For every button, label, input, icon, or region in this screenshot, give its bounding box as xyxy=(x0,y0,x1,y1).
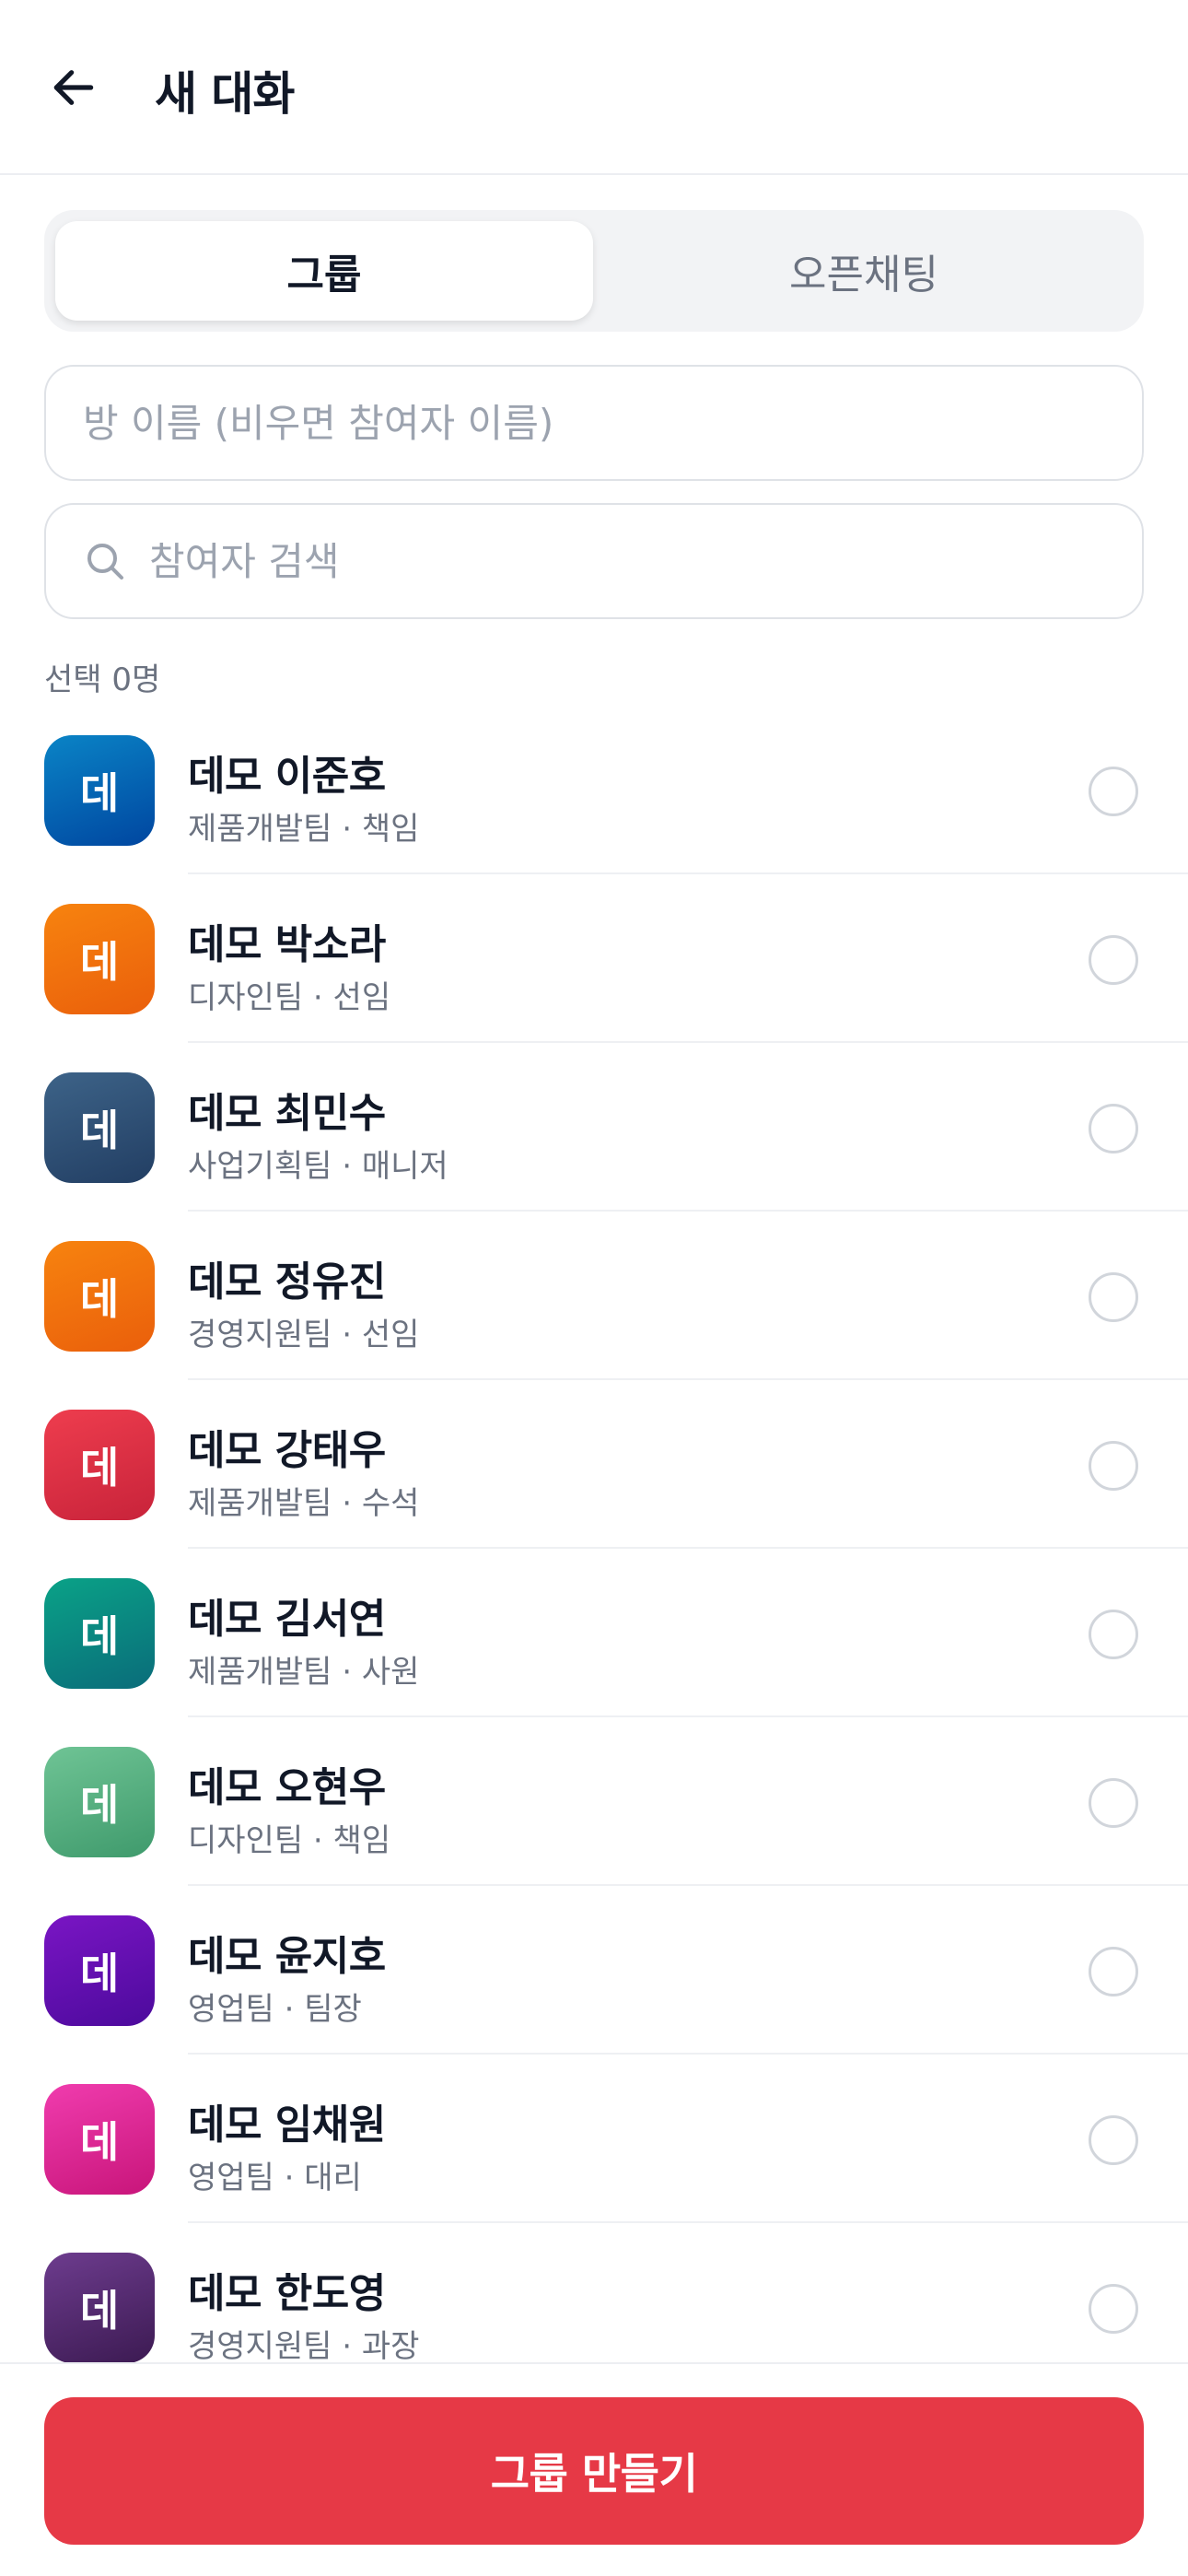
room-name-field xyxy=(44,365,1144,481)
select-radio[interactable] xyxy=(1089,767,1138,816)
avatar: 데 xyxy=(44,1915,155,2026)
chat-type-tabs: 그룹 오픈채팅 xyxy=(44,210,1144,332)
participant-name: 데모 김서연 xyxy=(188,1596,386,1643)
participant-row[interactable]: 데 데모 박소라 디자인팀 · 선임 xyxy=(0,874,1188,1043)
participant-name: 데모 강태우 xyxy=(188,1427,386,1474)
participant-list: 데 데모 이준호 제품개발팀 · 책임 데 데모 박소라 디자인팀 · 선임 데… xyxy=(0,706,1188,2392)
search-icon xyxy=(87,544,123,580)
select-radio[interactable] xyxy=(1089,1104,1138,1153)
create-group-button[interactable]: 그룹 만들기 xyxy=(44,2397,1144,2545)
tab-group[interactable]: 그룹 xyxy=(55,221,593,321)
tab-open-chat[interactable]: 오픈채팅 xyxy=(595,221,1133,321)
participant-dept: 디자인팀 · 책임 xyxy=(188,1822,391,1859)
page-title: 새 대화 xyxy=(155,67,295,121)
participant-name: 데모 윤지호 xyxy=(188,1933,386,1980)
bottom-action-bar: 그룹 만들기 xyxy=(0,2362,1188,2576)
participant-name: 데모 이준호 xyxy=(188,753,386,800)
participant-row[interactable]: 데 데모 윤지호 영업팀 · 팀장 xyxy=(0,1886,1188,2055)
participant-dept: 제품개발팀 · 사원 xyxy=(188,1654,420,1691)
participant-search-input[interactable] xyxy=(127,538,1142,584)
selected-count: 선택 0명 xyxy=(44,662,161,698)
participant-dept: 경영지원팀 · 선임 xyxy=(188,1317,420,1353)
header: 새 대화 xyxy=(0,0,1188,175)
select-radio[interactable] xyxy=(1089,1610,1138,1659)
participant-dept: 영업팀 · 대리 xyxy=(188,2160,362,2196)
participant-row[interactable]: 데 데모 강태우 제품개발팀 · 수석 xyxy=(0,1380,1188,1549)
select-radio[interactable] xyxy=(1089,2284,1138,2334)
avatar: 데 xyxy=(44,1578,155,1689)
select-radio[interactable] xyxy=(1089,1441,1138,1491)
avatar: 데 xyxy=(44,2084,155,2195)
select-radio[interactable] xyxy=(1089,1947,1138,1996)
participant-name: 데모 임채원 xyxy=(188,2102,386,2149)
new-chat-screen: 새 대화 그룹 오픈채팅 선택 0명 데 데모 이준호 제품개발팀 · 책임 데… xyxy=(0,0,1188,2576)
avatar: 데 xyxy=(44,735,155,846)
participant-search-field xyxy=(44,503,1144,619)
avatar: 데 xyxy=(44,1241,155,1352)
participant-dept: 제품개발팀 · 수석 xyxy=(188,1485,420,1522)
select-radio[interactable] xyxy=(1089,1778,1138,1828)
participant-dept: 경영지원팀 · 과장 xyxy=(188,2328,420,2365)
participant-dept: 영업팀 · 팀장 xyxy=(188,1991,362,2028)
participant-name: 데모 한도영 xyxy=(188,2270,386,2317)
back-button[interactable] xyxy=(37,51,111,124)
avatar: 데 xyxy=(44,1410,155,1520)
participant-row[interactable]: 데 데모 최민수 사업기획팀 · 매니저 xyxy=(0,1043,1188,1212)
participant-row[interactable]: 데 데모 정유진 경영지원팀 · 선임 xyxy=(0,1212,1188,1380)
participant-row[interactable]: 데 데모 오현우 디자인팀 · 책임 xyxy=(0,1717,1188,1886)
select-radio[interactable] xyxy=(1089,1272,1138,1322)
participant-name: 데모 오현우 xyxy=(188,1764,386,1811)
participant-dept: 사업기획팀 · 매니저 xyxy=(188,1148,448,1185)
avatar: 데 xyxy=(44,904,155,1014)
participant-row[interactable]: 데 데모 김서연 제품개발팀 · 사원 xyxy=(0,1549,1188,1717)
participant-name: 데모 박소라 xyxy=(188,921,386,968)
avatar: 데 xyxy=(44,2253,155,2363)
participant-name: 데모 정유진 xyxy=(188,1259,386,1306)
avatar: 데 xyxy=(44,1747,155,1857)
room-name-input[interactable] xyxy=(46,400,1142,446)
participant-dept: 제품개발팀 · 책임 xyxy=(188,811,420,848)
participant-row[interactable]: 데 데모 임채원 영업팀 · 대리 xyxy=(0,2055,1188,2223)
select-radio[interactable] xyxy=(1089,935,1138,985)
participant-dept: 디자인팀 · 선임 xyxy=(188,979,391,1016)
select-radio[interactable] xyxy=(1089,2115,1138,2165)
participant-name: 데모 최민수 xyxy=(188,1090,386,1137)
arrow-left-icon xyxy=(53,70,94,105)
avatar: 데 xyxy=(44,1072,155,1183)
participant-row[interactable]: 데 데모 이준호 제품개발팀 · 책임 xyxy=(0,706,1188,874)
